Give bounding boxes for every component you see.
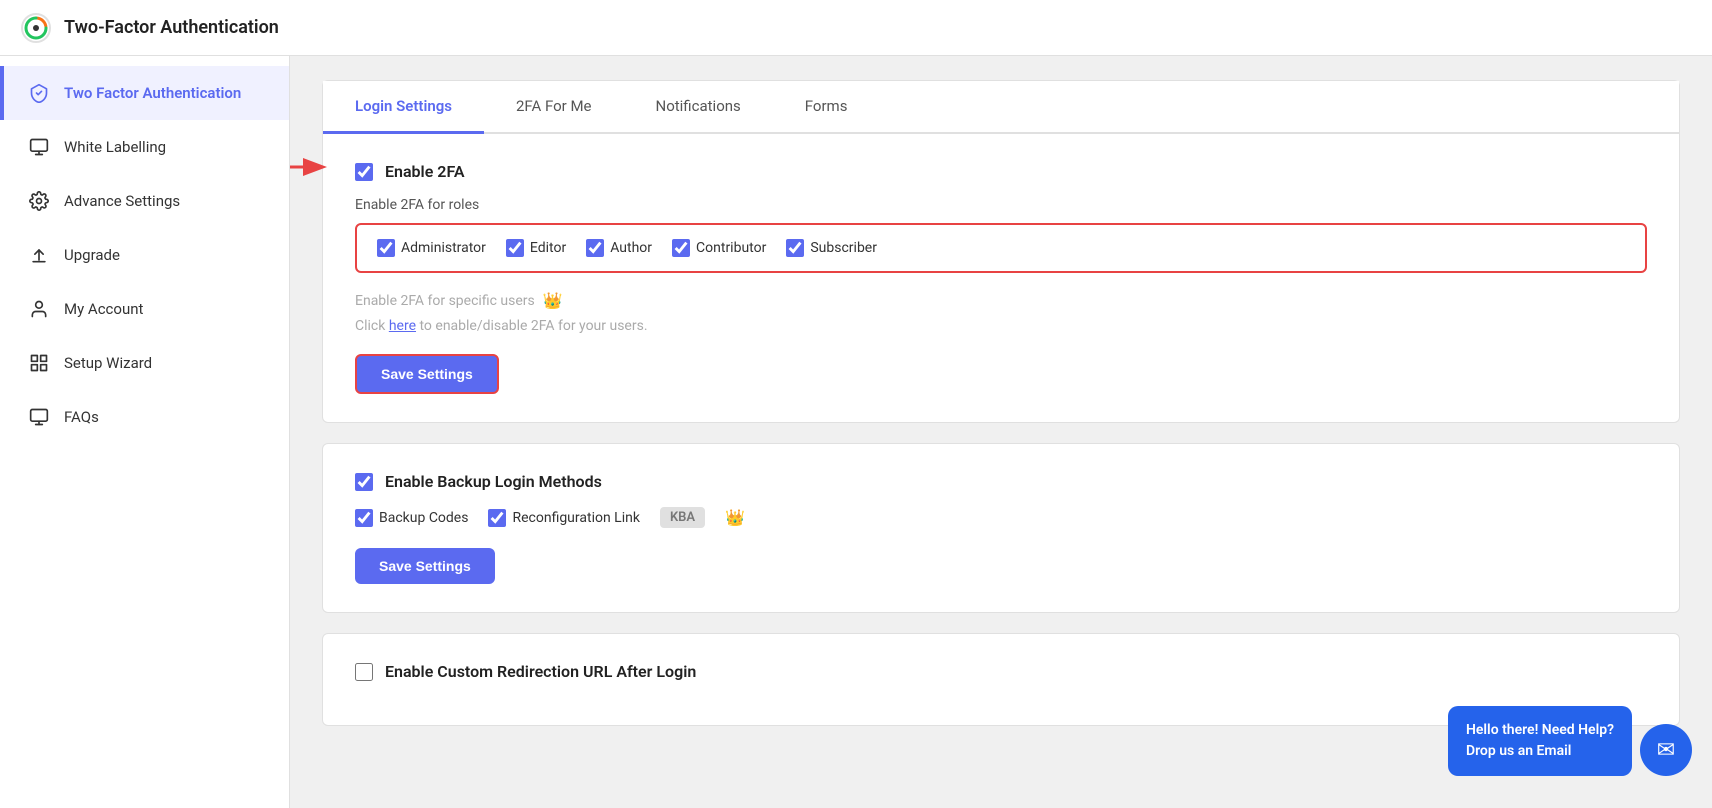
click-here-link[interactable]: here	[389, 318, 416, 334]
role-administrator: Administrator	[377, 239, 486, 257]
chat-button[interactable]: ✉	[1640, 724, 1692, 776]
sidebar-item-two-factor[interactable]: Two Factor Authentication	[0, 66, 289, 120]
enable-2fa-checkbox[interactable]	[355, 163, 373, 181]
role-editor-label: Editor	[530, 240, 566, 256]
reconfig-link-checkbox[interactable]	[488, 509, 506, 527]
sidebar-label-faqs: FAQs	[64, 408, 99, 426]
roles-section-label: Enable 2FA for roles	[355, 197, 1647, 213]
click-here-text: Click here to enable/disable 2FA for you…	[355, 318, 1647, 334]
specific-users-label: Enable 2FA for specific users	[355, 293, 535, 309]
role-editor: Editor	[506, 239, 566, 257]
grid-icon	[28, 352, 50, 374]
role-subscriber-checkbox[interactable]	[786, 239, 804, 257]
sidebar-item-my-account[interactable]: My Account	[0, 282, 289, 336]
topbar: Two-Factor Authentication	[0, 0, 1712, 56]
chat-icon: ✉	[1657, 738, 1675, 763]
faq-icon	[28, 406, 50, 428]
role-subscriber: Subscriber	[786, 239, 877, 257]
app-title: Two-Factor Authentication	[64, 17, 279, 38]
person-icon	[28, 298, 50, 320]
enable-2fa-row: Enable 2FA	[355, 162, 1647, 181]
tab-notifications[interactable]: Notifications	[624, 81, 773, 134]
main-content: Login Settings 2FA For Me Notifications …	[290, 56, 1712, 808]
help-bubble: Hello there! Need Help? Drop us an Email	[1448, 706, 1632, 776]
sidebar-label-advance-settings: Advance Settings	[64, 192, 180, 210]
roles-box: Administrator Editor Author Contributor …	[355, 223, 1647, 273]
custom-redirection-label: Enable Custom Redirection URL After Logi…	[385, 662, 696, 681]
backup-codes-label: Backup Codes	[379, 510, 468, 526]
backup-codes-item: Backup Codes	[355, 509, 468, 527]
backup-login-card: Enable Backup Login Methods Backup Codes…	[322, 443, 1680, 613]
sidebar-label-setup-wizard: Setup Wizard	[64, 354, 152, 372]
tab-login-settings[interactable]: Login Settings	[323, 81, 484, 134]
specific-users-row: Enable 2FA for specific users 👑	[355, 291, 1647, 310]
enable-backup-row: Enable Backup Login Methods	[355, 472, 1647, 491]
reconfig-link-label: Reconfiguration Link	[512, 510, 639, 526]
role-contributor-checkbox[interactable]	[672, 239, 690, 257]
kba-crown-icon: 👑	[725, 508, 745, 527]
kba-badge: KBA	[660, 507, 705, 528]
monitor-icon	[28, 136, 50, 158]
main-layout: Two Factor Authentication White Labellin…	[0, 56, 1712, 808]
backup-codes-checkbox[interactable]	[355, 509, 373, 527]
custom-redirection-checkbox[interactable]	[355, 663, 373, 681]
tab-bar: Login Settings 2FA For Me Notifications …	[323, 81, 1679, 134]
sidebar: Two Factor Authentication White Labellin…	[0, 56, 290, 808]
role-subscriber-label: Subscriber	[810, 240, 877, 256]
role-editor-checkbox[interactable]	[506, 239, 524, 257]
help-bubble-line1: Hello there! Need Help?	[1466, 720, 1614, 741]
enable-backup-label: Enable Backup Login Methods	[385, 472, 602, 491]
role-author-label: Author	[610, 240, 652, 256]
save-settings-button-2[interactable]: Save Settings	[355, 548, 495, 584]
tabs-wrapper: Login Settings 2FA For Me Notifications …	[322, 80, 1680, 134]
tab-forms[interactable]: Forms	[773, 81, 880, 134]
enable-2fa-label: Enable 2FA	[385, 162, 465, 181]
save-settings-button-1[interactable]: Save Settings	[355, 354, 499, 394]
role-administrator-label: Administrator	[401, 240, 486, 256]
role-contributor-label: Contributor	[696, 240, 766, 256]
role-contributor: Contributor	[672, 239, 766, 257]
app-logo	[20, 12, 52, 44]
role-administrator-checkbox[interactable]	[377, 239, 395, 257]
upgrade-icon	[28, 244, 50, 266]
gear-icon	[28, 190, 50, 212]
sidebar-label-white-labelling: White Labelling	[64, 138, 166, 156]
sidebar-label-my-account: My Account	[64, 300, 143, 318]
backup-methods-row: Backup Codes Reconfiguration Link KBA 👑	[355, 507, 1647, 528]
role-author: Author	[586, 239, 652, 257]
sidebar-item-upgrade[interactable]: Upgrade	[0, 228, 289, 282]
enable-backup-checkbox[interactable]	[355, 473, 373, 491]
crown-icon: 👑	[543, 291, 563, 310]
sidebar-label-upgrade: Upgrade	[64, 246, 120, 264]
role-author-checkbox[interactable]	[586, 239, 604, 257]
shield-icon	[28, 82, 50, 104]
arrow-annotation	[290, 152, 333, 182]
enable-2fa-card: Enable 2FA Enable 2FA for roles Administ…	[322, 134, 1680, 423]
sidebar-item-white-labelling[interactable]: White Labelling	[0, 120, 289, 174]
sidebar-item-advance-settings[interactable]: Advance Settings	[0, 174, 289, 228]
custom-redirection-row: Enable Custom Redirection URL After Logi…	[355, 662, 1647, 681]
sidebar-item-faqs[interactable]: FAQs	[0, 390, 289, 444]
sidebar-item-setup-wizard[interactable]: Setup Wizard	[0, 336, 289, 390]
help-bubble-line2: Drop us an Email	[1466, 741, 1614, 762]
tab-2fa-for-me[interactable]: 2FA For Me	[484, 81, 624, 134]
reconfig-link-item: Reconfiguration Link	[488, 509, 639, 527]
red-arrow-icon	[290, 152, 333, 182]
sidebar-label-two-factor: Two Factor Authentication	[64, 84, 241, 102]
